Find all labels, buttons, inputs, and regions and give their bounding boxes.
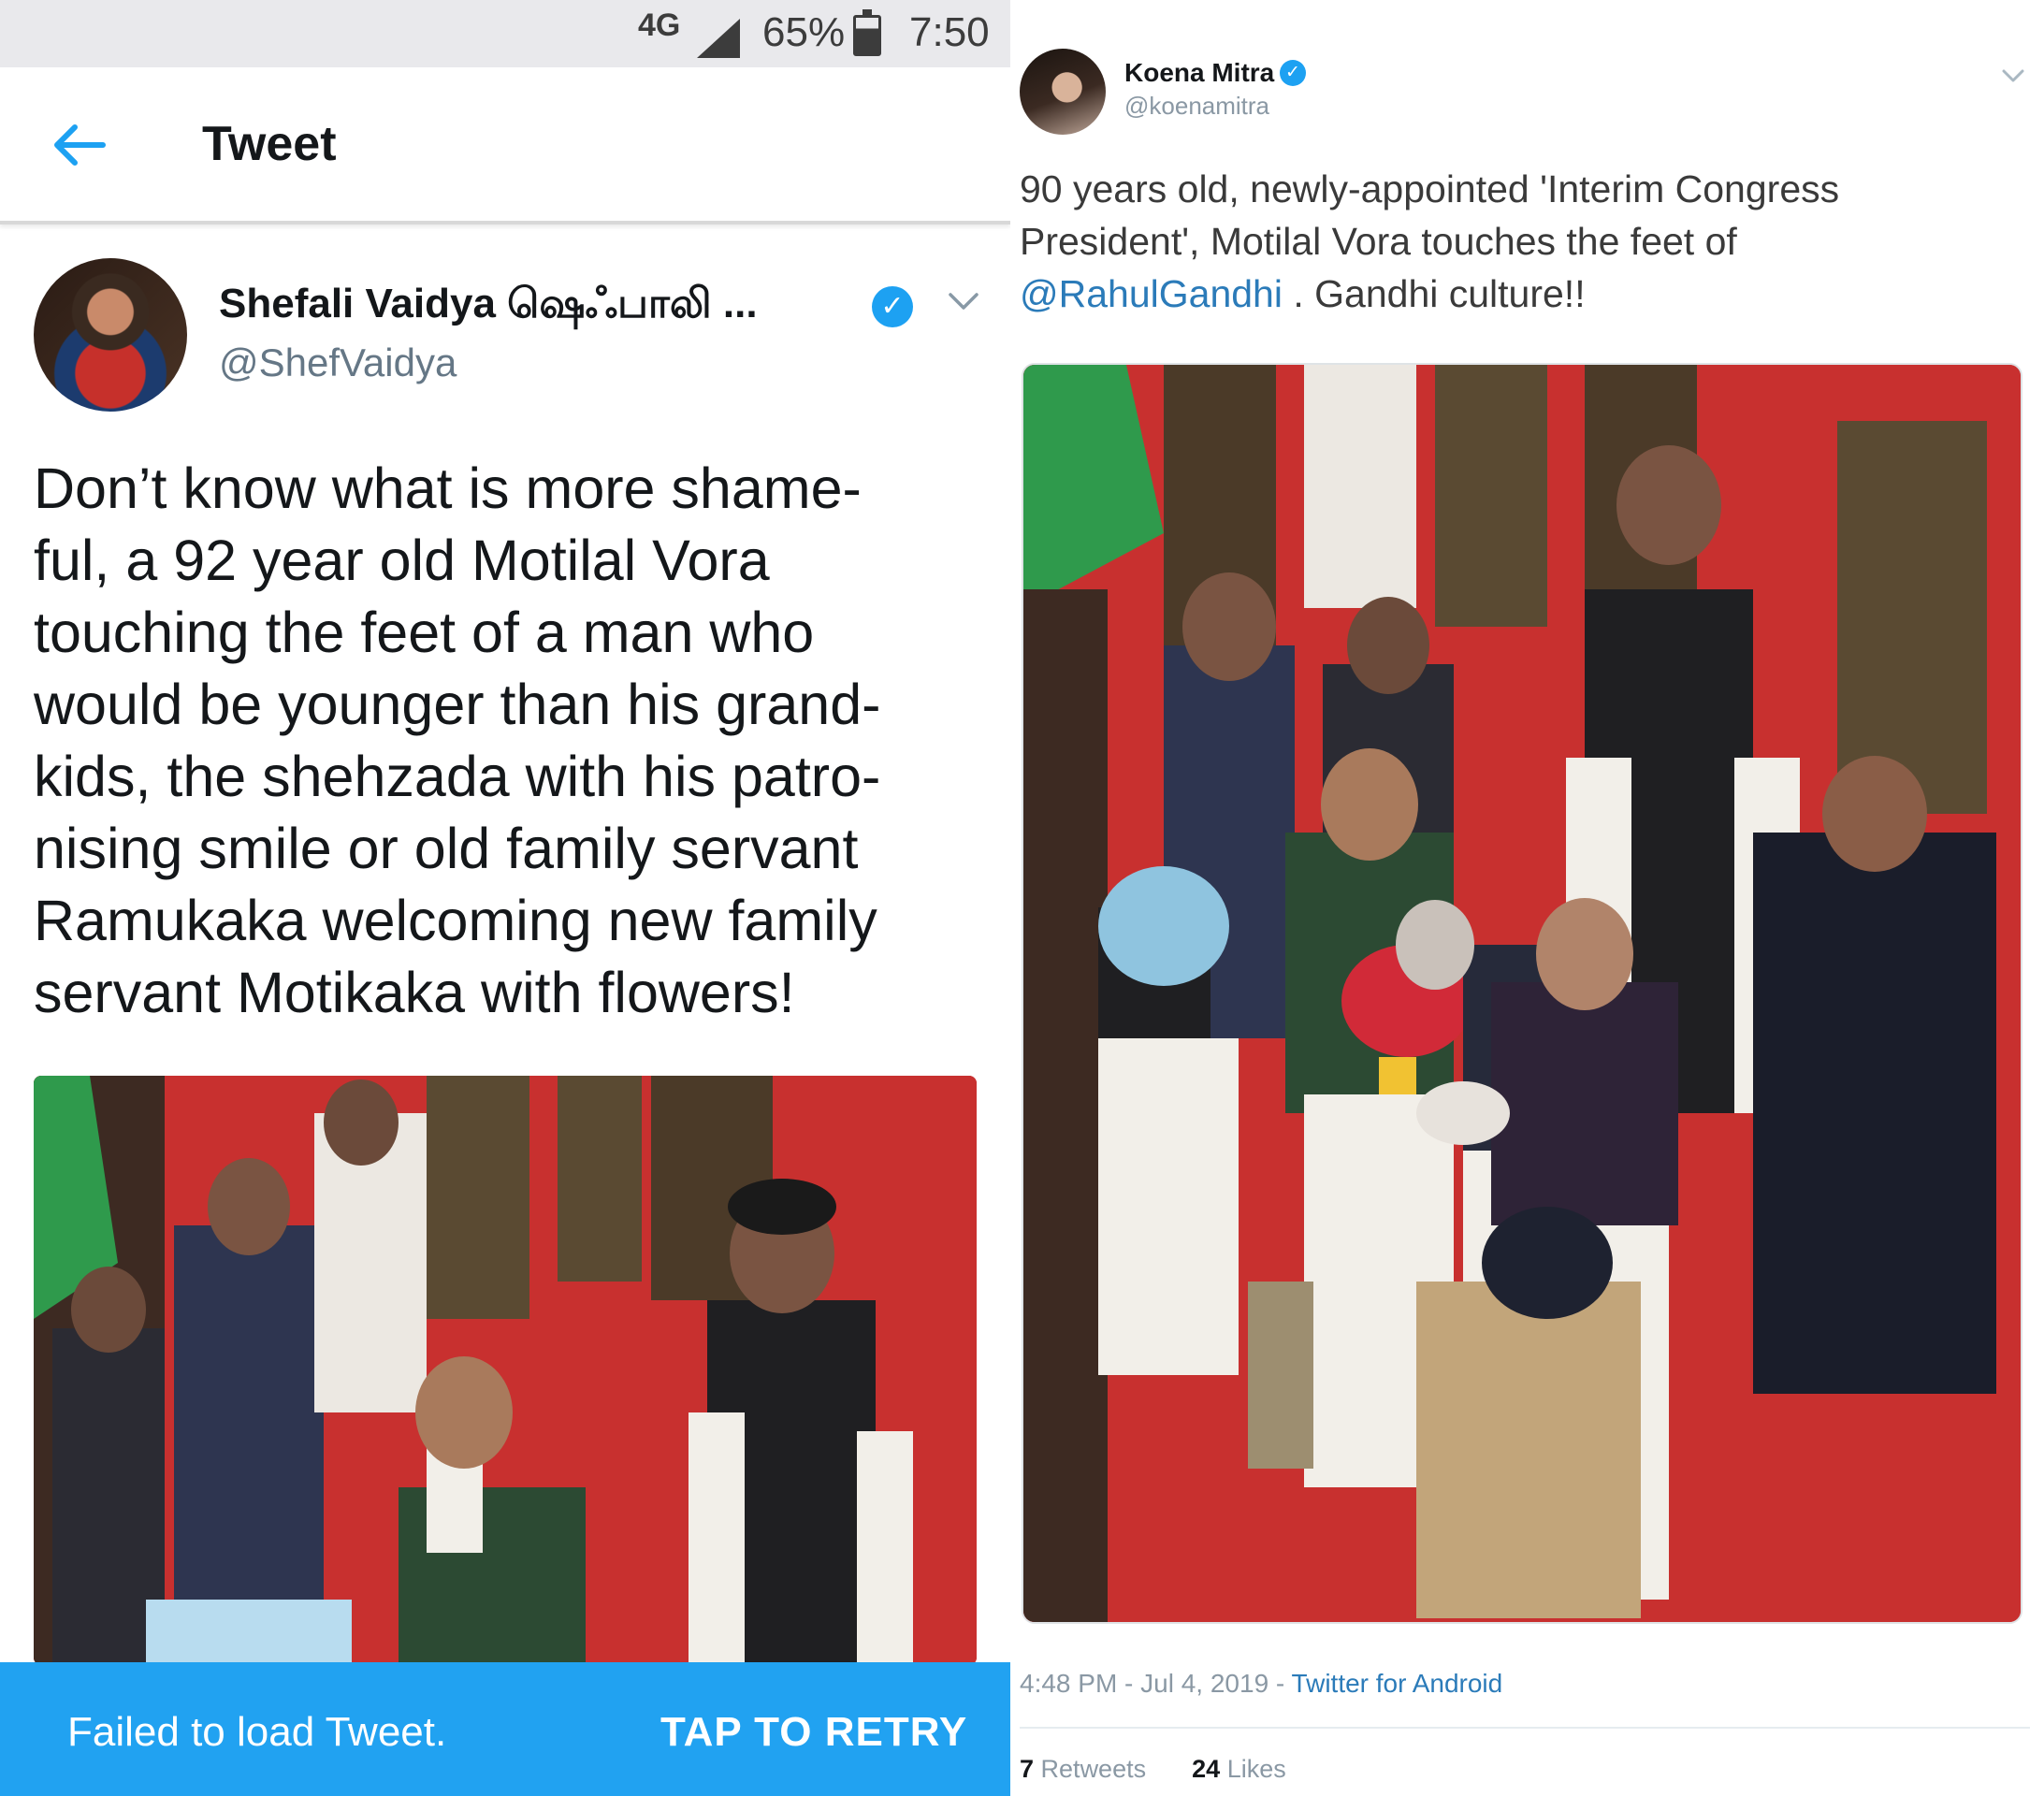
tweet-text-line: President', Motilal Vora touches the fee… <box>1020 220 1737 263</box>
tweet-text-line: @RahulGandhi . Gandhi culture!! <box>1020 268 2030 320</box>
error-banner: Failed to load Tweet. TAP TO RETRY <box>0 1662 1010 1796</box>
tweet-text-segment: . Gandhi culture!! <box>1282 272 1586 315</box>
battery-percent: 65% <box>762 9 846 55</box>
tweet-text: 90 years old, newly-appointed 'Interim C… <box>1020 163 2030 320</box>
photo-scene <box>1023 365 2021 1622</box>
tweet-photo[interactable] <box>1022 363 2022 1624</box>
desktop-tweet-screen: Koena Mitra ✓ @koenamitra 90 years old, … <box>1010 0 2044 1796</box>
app-bar: Tweet <box>0 67 1010 224</box>
tweet-text-line: servant Motikaka with flowers! <box>34 961 795 1024</box>
retweets-count[interactable]: 7 <box>1020 1755 1034 1783</box>
tweet-stats: 7 Retweets 24 Likes <box>1020 1755 1286 1784</box>
photo-scene <box>34 1076 977 1665</box>
signal-icon <box>697 19 740 58</box>
clock: 7:50 <box>909 9 990 55</box>
avatar[interactable] <box>34 258 187 412</box>
mention-link[interactable]: @RahulGandhi <box>1020 272 1283 315</box>
back-button[interactable] <box>47 112 112 178</box>
author-name[interactable]: Koena Mitra <box>1124 58 1274 88</box>
chevron-down-icon <box>2002 69 2024 82</box>
error-message: Failed to load Tweet. <box>67 1709 447 1755</box>
page-title: Tweet <box>202 117 337 171</box>
author-name[interactable]: Shefali Vaidya ஷெஃபாலி ... <box>219 281 758 333</box>
tweet-text-line: kids, the shehzada with his patro- <box>34 745 881 808</box>
tweet-text-line: Don’t know what is more shame- <box>34 456 862 520</box>
retweets-label[interactable]: Retweets <box>1041 1755 1147 1783</box>
tweet-text: Don’t know what is more shame- ful, a 92… <box>34 453 997 1029</box>
tweet-menu-button[interactable] <box>2000 65 2026 86</box>
tweet-text-line: nising smile or old family servant <box>34 817 859 880</box>
tweet-text-line: ful, a 92 year old Motilal Vora <box>34 529 770 592</box>
likes-label[interactable]: Likes <box>1227 1755 1286 1783</box>
network-indicator: 4G <box>638 7 681 43</box>
meta-separator: - <box>1268 1669 1292 1698</box>
tweet-text-line: Ramukaka welcoming new family <box>34 889 877 952</box>
tweet-photo[interactable] <box>34 1076 977 1665</box>
tweet-meta: 4:48 PM - Jul 4, 2019 - Twitter for Andr… <box>1020 1669 1502 1699</box>
back-arrow-icon <box>54 124 106 166</box>
author-handle[interactable]: @koenamitra <box>1124 92 1269 121</box>
mobile-tweet-screen: 4G 65% 7:50 Tweet Shefali Vaidya ஷெஃபாலி… <box>0 0 1010 1796</box>
divider <box>1020 1727 2030 1729</box>
chevron-down-icon <box>949 293 979 310</box>
tweet-menu-button[interactable] <box>947 286 980 314</box>
likes-count[interactable]: 24 <box>1192 1755 1220 1783</box>
timestamp[interactable]: 4:48 PM - Jul 4, 2019 <box>1020 1669 1268 1698</box>
tweet-text-line: 90 years old, newly-appointed 'Interim C… <box>1020 167 1840 210</box>
tweet-text-line: touching the feet of a man who <box>34 601 815 664</box>
retry-button[interactable]: TAP TO RETRY <box>660 1709 967 1756</box>
avatar[interactable] <box>1020 49 1106 135</box>
verified-badge-icon: ✓ <box>872 286 913 327</box>
source-link[interactable]: Twitter for Android <box>1292 1669 1503 1698</box>
status-bar: 4G 65% 7:50 <box>0 0 1010 67</box>
tweet-text-line: would be younger than his grand- <box>34 673 881 736</box>
verified-badge-icon: ✓ <box>1280 60 1306 86</box>
battery-icon <box>853 9 881 56</box>
author-handle[interactable]: @ShefVaidya <box>219 340 457 385</box>
